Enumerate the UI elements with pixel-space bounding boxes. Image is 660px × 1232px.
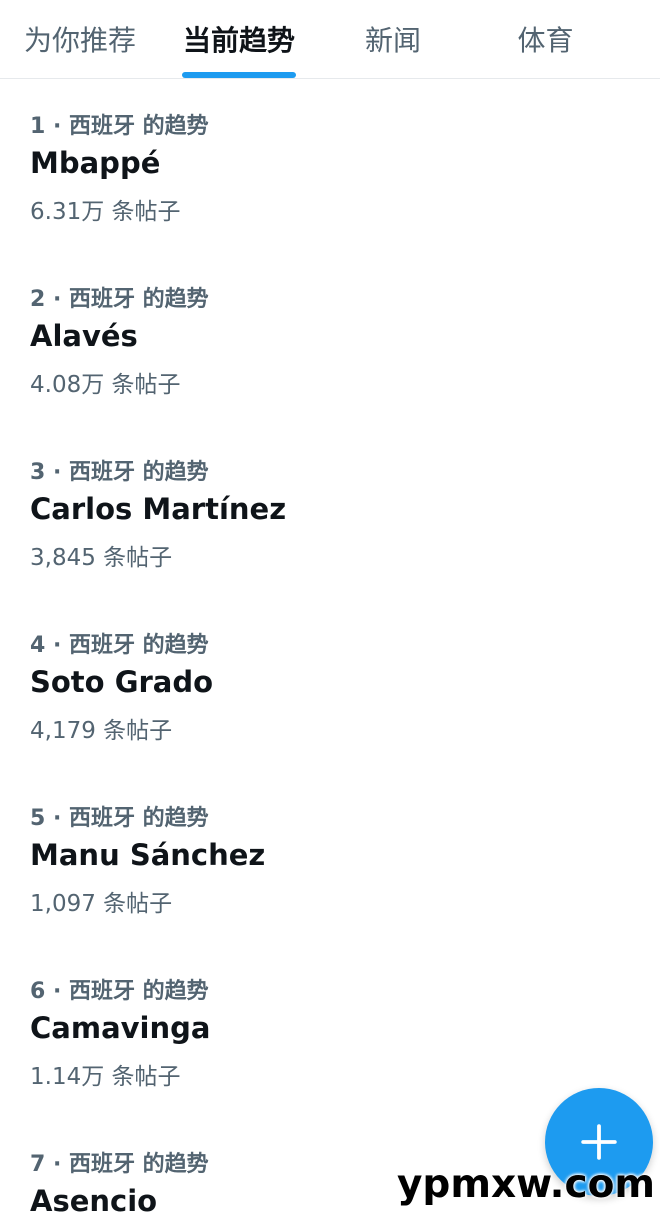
trend-post-count: 4,179 条帖子 [30,718,173,744]
trend-meta: 7 · 西班牙 的趋势 [30,1152,209,1177]
trend-item[interactable]: 6 · 西班牙 的趋势 Camavinga 1.14万 条帖子 [30,973,630,1123]
trend-name: Manu Sánchez [30,838,266,872]
tab-sports[interactable]: 体育 [468,0,623,78]
trend-meta: 4 · 西班牙 的趋势 [30,633,209,658]
trend-post-count: 6.31万 条帖子 [30,199,181,225]
tab-bar: 为你推荐 当前趋势 新闻 体育 [0,0,660,79]
plus-icon [581,1124,617,1160]
trend-post-count: 1,097 条帖子 [30,891,173,917]
trend-post-count: 1.14万 条帖子 [30,1064,181,1090]
tab-trending[interactable]: 当前趋势 [160,0,318,78]
trend-item[interactable]: 4 · 西班牙 的趋势 Soto Grado 4,179 条帖子 [30,627,630,777]
trend-meta: 3 · 西班牙 的趋势 [30,460,209,485]
trend-meta: 5 · 西班牙 的趋势 [30,806,209,831]
trend-meta: 2 · 西班牙 的趋势 [30,287,209,312]
tab-news[interactable]: 新闻 [318,0,468,78]
trend-item[interactable]: 5 · 西班牙 的趋势 Manu Sánchez 1,097 条帖子 [30,800,630,950]
trend-item[interactable]: 1 · 西班牙 的趋势 Mbappé 6.31万 条帖子 [30,108,630,258]
trend-name: Carlos Martínez [30,492,287,526]
trend-item[interactable]: 2 · 西班牙 的趋势 Alavés 4.08万 条帖子 [30,281,630,431]
active-tab-indicator [182,72,296,78]
trend-post-count: 3,845 条帖子 [30,545,173,571]
trend-post-count: 4.08万 条帖子 [30,372,181,398]
trend-meta: 1 · 西班牙 的趋势 [30,114,209,139]
watermark: ypmxw.com [397,1162,656,1207]
trend-name: Soto Grado [30,665,214,699]
trend-item[interactable]: 3 · 西班牙 的趋势 Carlos Martínez 3,845 条帖子 [30,454,630,604]
trend-name: Camavinga [30,1011,211,1045]
trend-name: Asencio [30,1184,158,1218]
trend-name: Mbappé [30,146,161,180]
trend-meta: 6 · 西班牙 的趋势 [30,979,209,1004]
trend-name: Alavés [30,319,138,353]
tab-for-you[interactable]: 为你推荐 [0,0,160,78]
